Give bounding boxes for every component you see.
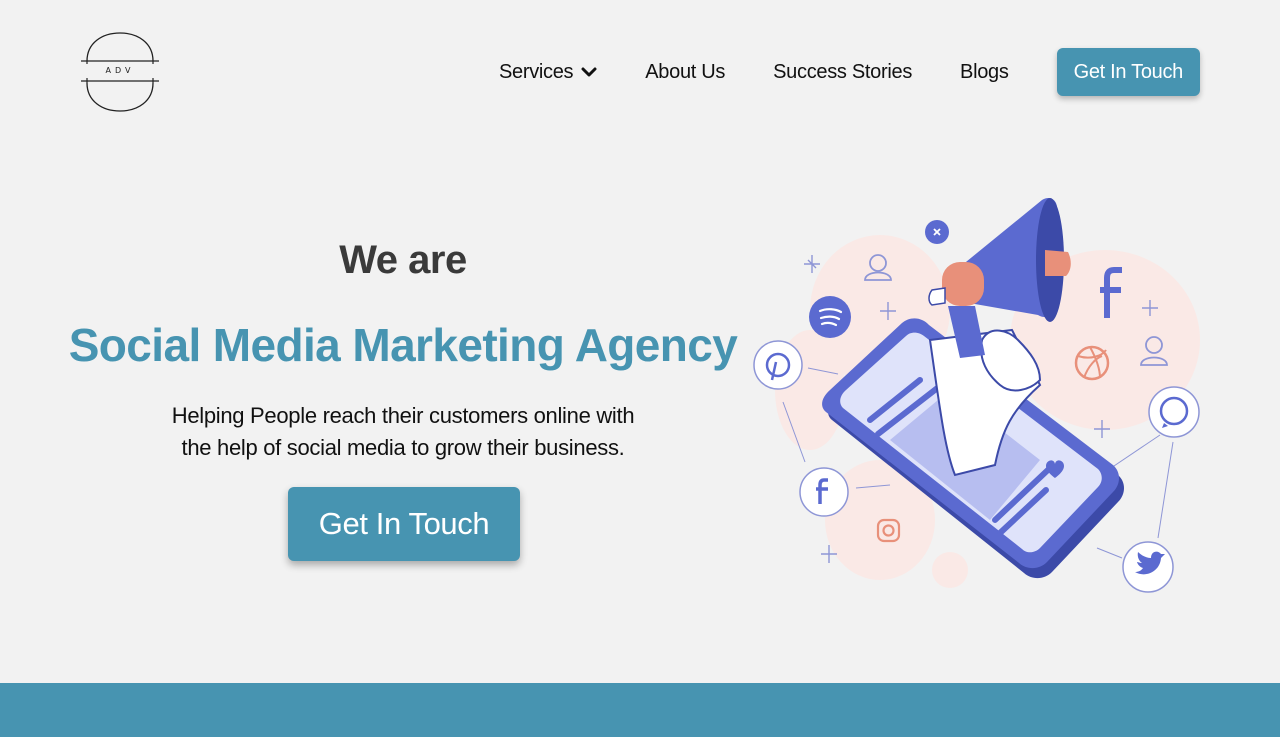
pinterest-icon xyxy=(753,340,803,390)
twitter-icon xyxy=(1122,541,1174,593)
social-media-marketing-illustration xyxy=(753,198,1200,593)
nav-item-about-us[interactable]: About Us xyxy=(645,61,725,84)
nav-item-label: Blogs xyxy=(960,60,1009,83)
main-nav: Services About Us Success Stories Blogs … xyxy=(499,48,1200,96)
close-icon xyxy=(925,220,949,244)
logo[interactable]: ADV xyxy=(80,31,160,113)
bottom-band xyxy=(0,683,1280,737)
hero-kicker: We are xyxy=(339,238,467,282)
facebook-icon xyxy=(799,467,849,517)
nav-item-blogs[interactable]: Blogs xyxy=(960,61,1009,84)
logo-text: ADV xyxy=(105,66,135,75)
hero-illustration xyxy=(750,190,1205,595)
nav-item-services[interactable]: Services xyxy=(499,61,597,84)
chevron-down-icon xyxy=(581,67,597,77)
spotify-icon xyxy=(809,296,851,338)
nav-item-label: About Us xyxy=(645,60,726,83)
nav-item-label: Success Stories xyxy=(773,60,913,83)
hero-subtext: Helping People reach their customers onl… xyxy=(60,400,746,464)
site-header: ADV Services About Us Success Stories Bl… xyxy=(0,0,1280,140)
hero-get-in-touch-button[interactable]: Get In Touch xyxy=(288,487,520,561)
hero-headline: Social Media Marketing Agency xyxy=(68,319,738,371)
hero-section: We are Social Media Marketing Agency Hel… xyxy=(60,230,746,464)
hero-subtext-line2: the help of social media to grow their b… xyxy=(181,435,625,460)
header-get-in-touch-button[interactable]: Get In Touch xyxy=(1056,48,1200,96)
nav-item-success-stories[interactable]: Success Stories xyxy=(773,61,912,84)
whatsapp-icon xyxy=(1148,386,1200,438)
hero-subtext-line1: Helping People reach their customers onl… xyxy=(171,403,635,428)
nav-item-label: Services xyxy=(498,60,574,83)
